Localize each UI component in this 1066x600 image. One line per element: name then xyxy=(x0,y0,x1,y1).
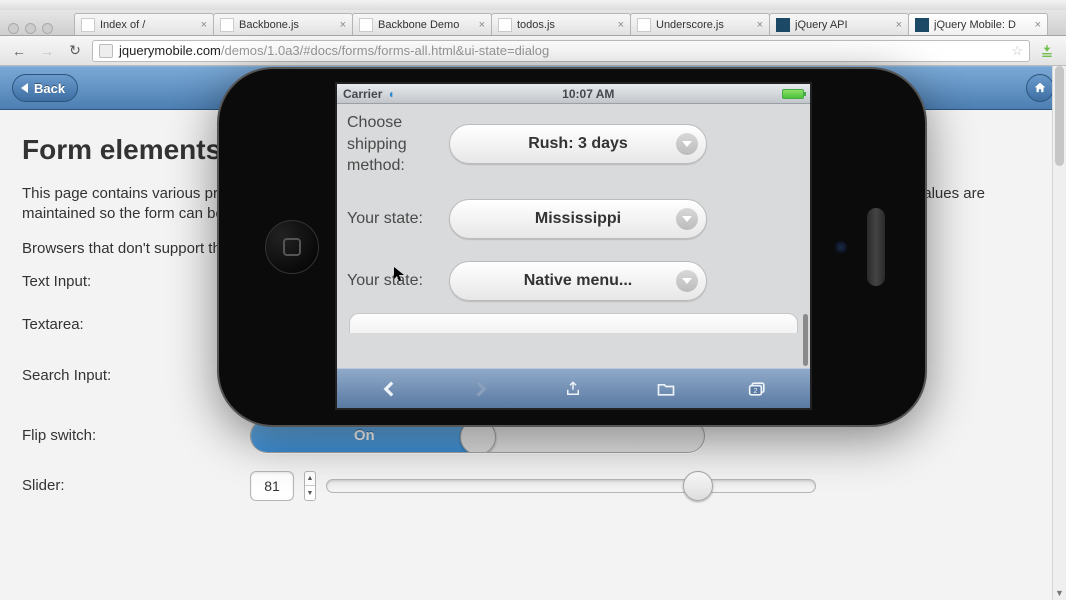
text-input-label: Text Input: xyxy=(22,273,250,290)
nav-forward-button[interactable]: → xyxy=(36,41,58,61)
chevron-down-icon xyxy=(676,208,698,230)
tab-todos[interactable]: todos.js × xyxy=(491,13,631,35)
safari-share-button[interactable] xyxy=(553,375,593,403)
select-value: Mississippi xyxy=(535,210,621,228)
battery-icon xyxy=(782,89,804,99)
nav-back-button[interactable]: ← xyxy=(8,41,30,61)
svg-text:2: 2 xyxy=(753,386,757,395)
traffic-close-icon[interactable] xyxy=(8,23,19,34)
jquery-icon xyxy=(776,18,790,32)
url-path: /demos/1.0a3/#docs/forms/forms-all.html&… xyxy=(221,43,549,58)
safari-toolbar: 2 xyxy=(337,368,810,408)
slider-track[interactable] xyxy=(326,477,816,495)
close-icon[interactable]: × xyxy=(896,19,902,31)
page-icon xyxy=(498,18,512,32)
home-square-icon xyxy=(283,238,301,256)
page-icon xyxy=(637,18,651,32)
tab-label: jQuery Mobile: D xyxy=(934,19,1030,31)
flip-switch-label: Flip switch: xyxy=(22,427,250,444)
close-icon[interactable]: × xyxy=(1035,19,1041,31)
tab-label: Backbone Demo xyxy=(378,19,474,31)
close-icon[interactable]: × xyxy=(757,19,763,31)
tab-label: Backbone.js xyxy=(239,19,335,31)
traffic-minimize-icon[interactable] xyxy=(25,23,36,34)
close-icon[interactable]: × xyxy=(618,19,624,31)
extension-button[interactable] xyxy=(1036,41,1058,61)
chevron-left-icon xyxy=(21,83,28,93)
step-up-icon[interactable]: ▲ xyxy=(305,472,315,487)
step-down-icon[interactable]: ▼ xyxy=(305,486,315,500)
page-icon xyxy=(220,18,234,32)
back-button[interactable]: Back xyxy=(12,74,78,102)
close-icon[interactable]: × xyxy=(479,19,485,31)
chevron-down-icon xyxy=(676,133,698,155)
slider-handle[interactable] xyxy=(683,471,713,501)
tab-jquery-mobile[interactable]: jQuery Mobile: D × xyxy=(908,13,1048,35)
safari-forward-button[interactable] xyxy=(461,375,501,403)
tab-backbone-demo[interactable]: Backbone Demo × xyxy=(352,13,492,35)
tab-underscore[interactable]: Underscore.js × xyxy=(630,13,770,35)
bookmark-star-icon[interactable]: ☆ xyxy=(1011,43,1023,59)
home-icon xyxy=(1033,81,1047,95)
back-label: Back xyxy=(34,81,65,96)
status-bar: Carrier ◖ 10:07 AM xyxy=(337,84,810,104)
wifi-icon: ◖ xyxy=(387,87,394,101)
browser-tabstrip: Index of /× Backbone.js× Backbone Demo× … xyxy=(0,10,1066,36)
page-icon xyxy=(81,18,95,32)
tab-label: Index of / xyxy=(100,19,196,31)
url-domain: jquerymobile.com xyxy=(119,43,221,58)
close-icon[interactable]: × xyxy=(201,19,207,31)
tab-backbone[interactable]: Backbone.js × xyxy=(213,13,353,35)
select-value: Native menu... xyxy=(524,272,632,290)
content-scrollbar[interactable] xyxy=(803,314,808,366)
slider-rail xyxy=(326,479,816,493)
device-camera xyxy=(835,241,847,253)
page-scrollbar[interactable]: ▲ ▼ xyxy=(1052,66,1066,600)
textarea-label: Textarea: xyxy=(22,316,250,333)
state-label: Your state: xyxy=(347,208,443,230)
chevron-down-icon xyxy=(676,270,698,292)
browser-toolbar: ← → ↻ jquerymobile.com/demos/1.0a3/#docs… xyxy=(0,36,1066,66)
phone-content: Choose shipping method: Rush: 3 days You… xyxy=(337,104,810,368)
close-icon[interactable]: × xyxy=(340,19,346,31)
traffic-zoom-icon[interactable] xyxy=(42,23,53,34)
select-value: Rush: 3 days xyxy=(528,135,628,153)
status-time: 10:07 AM xyxy=(562,87,614,101)
page-viewport: Back Form elements This page contains va… xyxy=(0,66,1066,600)
scroll-down-icon[interactable]: ▼ xyxy=(1053,586,1066,600)
slider-label: Slider: xyxy=(22,477,250,494)
mac-titlebar xyxy=(0,0,1066,10)
shipping-select[interactable]: Rush: 3 days xyxy=(449,124,707,164)
tab-label: jQuery API xyxy=(795,19,891,31)
site-icon xyxy=(99,44,113,58)
page-icon xyxy=(359,18,373,32)
address-bar[interactable]: jquerymobile.com/demos/1.0a3/#docs/forms… xyxy=(92,40,1030,62)
device-speaker xyxy=(867,208,885,286)
shipping-label: Choose shipping method: xyxy=(347,112,443,177)
state-select[interactable]: Mississippi xyxy=(449,199,707,239)
tab-index[interactable]: Index of / × xyxy=(74,13,214,35)
search-input-label: Search Input: xyxy=(22,367,250,384)
reload-button[interactable]: ↻ xyxy=(64,41,86,61)
mouse-cursor-icon xyxy=(394,267,406,283)
tab-label: todos.js xyxy=(517,19,613,31)
slider-stepper[interactable]: ▲▼ xyxy=(304,471,316,501)
scroll-thumb[interactable] xyxy=(1055,66,1064,166)
device-screen: Carrier ◖ 10:07 AM Choose shipping metho… xyxy=(335,82,812,410)
safari-tabs-button[interactable]: 2 xyxy=(738,375,778,403)
hardware-home-button[interactable] xyxy=(265,220,319,274)
home-button[interactable] xyxy=(1026,74,1054,102)
safari-back-button[interactable] xyxy=(369,375,409,403)
iphone-device: Carrier ◖ 10:07 AM Choose shipping metho… xyxy=(217,67,927,427)
window-controls[interactable] xyxy=(8,23,53,34)
tab-jquery-api[interactable]: jQuery API × xyxy=(769,13,909,35)
slider-value-input[interactable]: 81 xyxy=(250,471,294,501)
state-native-select[interactable]: Native menu... xyxy=(449,261,707,301)
partial-panel xyxy=(349,313,798,333)
carrier-label: Carrier xyxy=(343,87,382,101)
safari-bookmarks-button[interactable] xyxy=(646,375,686,403)
tab-label: Underscore.js xyxy=(656,19,752,31)
jquery-icon xyxy=(915,18,929,32)
